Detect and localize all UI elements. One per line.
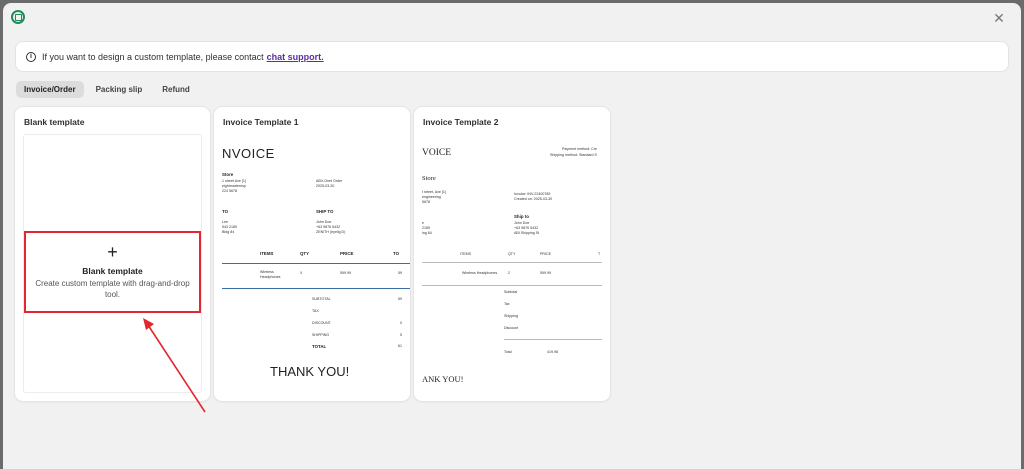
blank-template-description: Create custom template with drag-and-dro…	[35, 279, 190, 299]
card-title: Blank template	[24, 117, 85, 127]
bill-line: ing 84	[422, 231, 432, 235]
item-qty: 2	[508, 271, 510, 275]
store-line: t street, Ave [1]	[422, 190, 446, 194]
card-title: Invoice Template 1	[223, 117, 299, 127]
store-line: 224 5678	[222, 189, 237, 193]
table-divider	[422, 285, 602, 286]
chat-support-link[interactable]: chat support.	[267, 52, 324, 62]
totals-label: Discount	[504, 326, 518, 330]
invoice-template-1-preview: NVOICE Store 1 street Ave [1] eightmarte…	[222, 134, 410, 396]
col-price: PRICE	[540, 252, 551, 256]
plus-icon: +	[107, 242, 118, 262]
table-divider	[222, 288, 410, 289]
close-icon[interactable]: ✕	[991, 10, 1007, 26]
template-type-tabs: Invoice/Order Packing slip Refund	[16, 81, 198, 98]
totals-value: 0	[400, 321, 402, 325]
col-qty: QTY	[300, 251, 310, 256]
invoice-template-2-card[interactable]: Invoice Template 2 VOICE Payment method:…	[414, 107, 610, 401]
bill-to-label: TO	[222, 209, 229, 214]
ship-to-label: SHIP TO	[316, 209, 334, 214]
totals-label-total: TOTAL	[312, 344, 327, 349]
bill-line: 2189	[422, 226, 430, 230]
tab-packing-slip[interactable]: Packing slip	[88, 81, 151, 98]
totals-label: TAX	[312, 309, 319, 313]
thank-you-text: ANK YOU!	[422, 374, 464, 384]
col-items: ITEMS	[260, 251, 274, 256]
ship-line: +63 9876 5432	[316, 225, 341, 229]
totals-label: Subtotal	[504, 290, 518, 294]
tab-refund[interactable]: Refund	[154, 81, 198, 98]
item-total: 59	[398, 271, 402, 275]
banner-text: If you want to design a custom template,…	[42, 51, 264, 62]
ship-to-label: Ship to	[514, 214, 529, 219]
col-total: TO	[393, 251, 400, 256]
topbar: ✕	[3, 3, 1021, 33]
item-price: 599.99	[340, 271, 351, 275]
store-label: Store	[422, 175, 436, 182]
card-title: Invoice Template 2	[423, 117, 499, 127]
totals-label: Tax	[504, 302, 510, 306]
item-name: Wireless	[260, 270, 274, 274]
col-price: PRICE	[340, 251, 354, 256]
col-items: ITEMS	[460, 252, 471, 256]
invoice-heading: VOICE	[422, 148, 452, 158]
store-line: engineering	[422, 195, 441, 199]
ship-line: ZENITH (eyelig D)	[316, 230, 346, 234]
item-qty: X	[300, 271, 303, 275]
ship-line: ABI Shipping St	[514, 231, 540, 235]
totals-divider	[504, 339, 602, 340]
template-picker-window: ✕ i If you want to design a custom templ…	[3, 3, 1021, 469]
item-name-2: Headphones	[260, 275, 281, 279]
app-logo-icon	[11, 10, 25, 24]
order-line: Invoice: INV-22400789	[514, 192, 551, 196]
blank-template-heading: Blank template	[82, 266, 143, 276]
order-line: 2025-03-30	[316, 184, 335, 188]
thank-you-text: THANK YOU!	[270, 364, 350, 379]
tab-invoice-order[interactable]: Invoice/Order	[16, 81, 84, 98]
blank-template-card[interactable]: Blank template + Blank template Create c…	[15, 107, 210, 401]
total-label: Total	[504, 350, 512, 354]
bill-line: 543 2189	[222, 225, 237, 229]
totals-value: 5	[400, 333, 402, 337]
store-line: 1 street Ave [1]	[222, 179, 246, 183]
store-line: eightmarternsp	[222, 184, 246, 188]
bill-line: Lee	[222, 220, 228, 224]
create-blank-template-button[interactable]: + Blank template Create custom template …	[24, 231, 201, 313]
totals-label: DISCOUNT	[312, 321, 331, 325]
bill-line: e	[422, 221, 424, 225]
totals-value: 59	[398, 297, 402, 301]
col-total: T	[598, 252, 601, 256]
col-qty: QTY	[508, 252, 516, 256]
shipping-method: Shipping method: Standard S	[550, 153, 597, 157]
totals-value: 61	[398, 344, 402, 348]
item-price: 599.99	[540, 271, 551, 275]
total-value: 419.98	[547, 350, 558, 354]
ship-line: +63 9876 5432	[514, 226, 539, 230]
bill-line: Bldg 84	[222, 230, 235, 234]
invoice-heading: NVOICE	[222, 146, 275, 161]
info-icon: i	[26, 51, 36, 62]
table-divider	[222, 263, 410, 264]
totals-label: SHIPPING	[312, 333, 330, 337]
ship-line: John Doe	[514, 221, 530, 225]
store-label: Store	[222, 172, 234, 177]
payment-method: Payment method: Cre	[562, 147, 597, 151]
invoice-template-1-card[interactable]: Invoice Template 1 NVOICE Store 1 street…	[214, 107, 410, 401]
totals-label: Shipping	[504, 314, 518, 318]
info-banner: i If you want to design a custom templat…	[15, 41, 1009, 72]
invoice-template-2-preview: VOICE Payment method: Cre Shipping metho…	[422, 134, 602, 396]
table-divider	[422, 262, 602, 263]
totals-label: SUBTOTAL	[312, 297, 331, 301]
store-line: 5678	[422, 200, 430, 204]
order-line: Created on: 2025-03-30	[514, 197, 553, 201]
ship-line: John Doe	[316, 220, 332, 224]
order-line: ABV-Onet Order	[316, 179, 343, 183]
item-name: Wireless Headphones	[462, 271, 498, 275]
